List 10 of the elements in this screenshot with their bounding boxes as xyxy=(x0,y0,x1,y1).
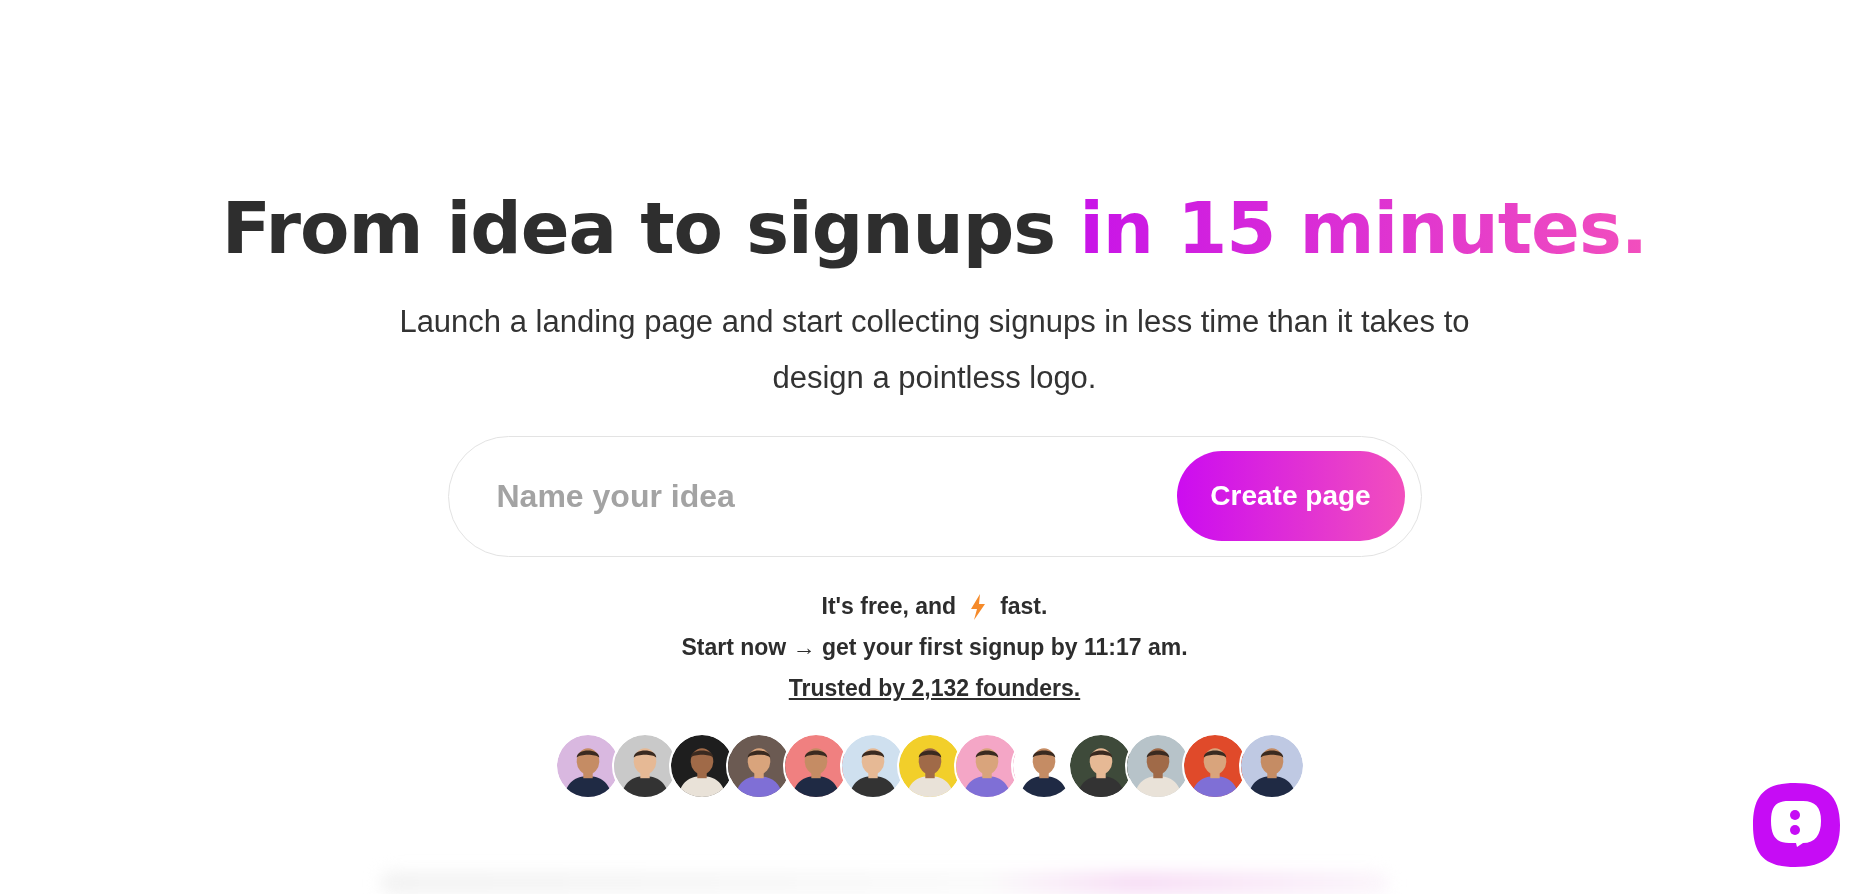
create-page-button[interactable]: Create page xyxy=(1176,451,1405,542)
free-text: It's free, and xyxy=(821,593,957,621)
idea-input-field[interactable]: Name your idea Create page xyxy=(447,435,1422,557)
signup-time-text: Start now → get your first signup by 11:17 am. xyxy=(681,634,1188,662)
trusted-link[interactable]: Trusted by 2,132 founders. xyxy=(788,675,1081,703)
headline: From idea to signups in 15 minutes. xyxy=(221,186,1648,270)
lightning-bolt-icon xyxy=(970,593,987,620)
subtitle: Launch a landing page and start collecting signups in less time than it takes to design a pointless logo. xyxy=(398,303,1471,397)
chat-icon[interactable] xyxy=(1751,781,1842,869)
fast-text: fast. xyxy=(1000,593,1048,621)
